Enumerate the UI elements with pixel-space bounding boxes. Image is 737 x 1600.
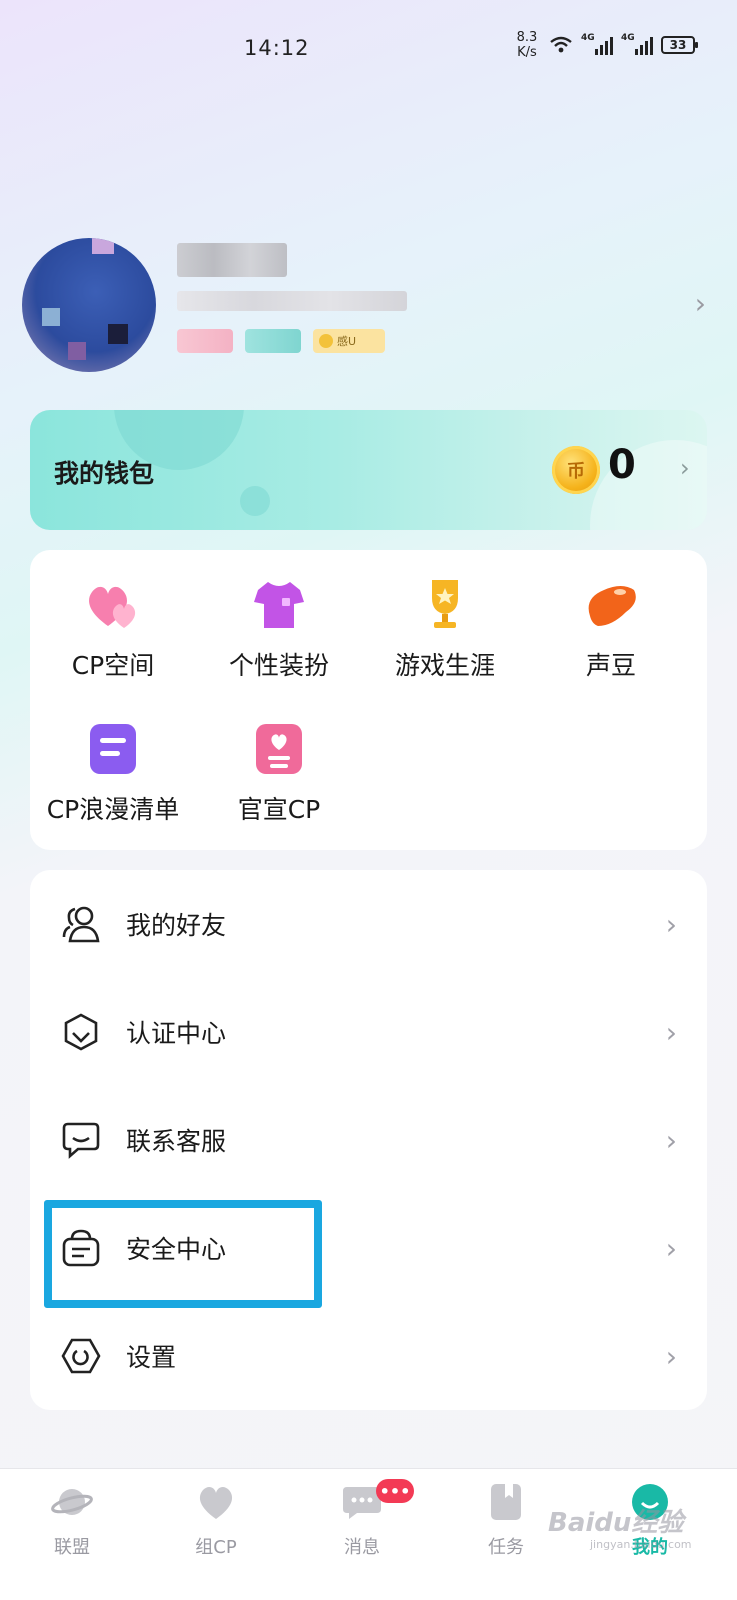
menu-item-settings[interactable]: 设置 ›: [30, 1302, 707, 1410]
wallet-balance: 0: [608, 442, 636, 488]
highlight-box: [44, 1200, 322, 1308]
feature-sound-bean[interactable]: 声豆: [528, 576, 694, 682]
feature-label: 官宣CP: [237, 795, 321, 824]
watermark-logo: Baidu经验: [548, 1508, 684, 1538]
menu-label: 联系客服: [126, 1127, 227, 1156]
tab-group-cp[interactable]: 组CP: [166, 1481, 266, 1559]
feature-romance-list[interactable]: CP浪漫清单: [30, 720, 196, 826]
feature-label: CP浪漫清单: [46, 795, 180, 824]
status-bar: 14:12 8.3 K/s 4G 4G 33: [0, 0, 737, 100]
chevron-right-icon: ›: [665, 1339, 677, 1373]
task-icon: [491, 1484, 521, 1520]
feature-cp-space[interactable]: CP空间: [30, 576, 196, 682]
wallet-card[interactable]: 我的钱包 币 0 ›: [30, 410, 707, 530]
feature-dress-up[interactable]: 个性装扮: [196, 576, 362, 682]
profile-chevron-right-icon[interactable]: ›: [695, 287, 706, 320]
feature-label: 声豆: [585, 651, 636, 680]
settings-menu: 我的好友 › 认证中心 › 联系客服 › 安全中心 › 设置 ›: [30, 870, 707, 1410]
status-icons: 8.3 K/s 4G 4G 33: [513, 30, 698, 60]
bean-icon: [588, 586, 636, 626]
speed-value: 8.3: [516, 30, 538, 45]
tag-gold-text: 感U: [337, 335, 357, 348]
chevron-right-icon: ›: [665, 907, 677, 941]
coin-icon: 币: [552, 446, 600, 494]
menu-label: 设置: [126, 1343, 177, 1372]
tab-tasks[interactable]: 任务: [456, 1481, 556, 1559]
heart-card-icon: [256, 724, 302, 774]
menu-item-verification[interactable]: 认证中心 ›: [30, 978, 707, 1086]
chat-icon: [62, 1122, 100, 1159]
chevron-right-icon: ›: [665, 1231, 677, 1265]
hearts-icon: [89, 586, 136, 628]
wallet-chevron-right-icon: ›: [680, 454, 690, 482]
avatar[interactable]: [22, 238, 156, 372]
net-type-1: 4G: [581, 33, 595, 43]
tshirt-icon: [254, 582, 304, 628]
status-time: 14:12: [244, 36, 310, 60]
feature-label: 个性装扮: [228, 651, 329, 680]
message-badge: •••: [376, 1479, 414, 1503]
list-icon: [90, 724, 136, 774]
tab-label: 任务: [488, 1537, 524, 1558]
shield-icon: [64, 1013, 98, 1051]
menu-item-friends[interactable]: 我的好友 ›: [30, 870, 707, 978]
feature-grid: CP空间 个性装扮 游戏生涯 声豆 CP浪漫清单 官宣CP: [30, 550, 707, 850]
menu-label: 我的好友: [126, 911, 227, 940]
feature-label: CP空间: [71, 651, 155, 680]
speed-unit: K/s: [517, 45, 537, 60]
user-id-blurred: [177, 291, 407, 311]
tab-alliance[interactable]: 联盟: [22, 1481, 122, 1559]
feature-label: 游戏生涯: [394, 651, 495, 680]
friends-icon: [62, 906, 100, 943]
heart-icon: [199, 1486, 233, 1519]
wifi-icon: [550, 36, 572, 53]
chevron-right-icon: ›: [665, 1123, 677, 1157]
gold-badge-icon: [319, 334, 333, 348]
signal-icon-1: 4G: [581, 33, 613, 55]
watermark-url: jingyan.baidu.com: [590, 1538, 692, 1551]
menu-label: 认证中心: [126, 1019, 227, 1048]
tag-gold: 感U: [313, 329, 385, 353]
tab-label: 联盟: [54, 1537, 90, 1558]
username-blurred: [177, 243, 287, 277]
trophy-icon: [432, 580, 458, 628]
feature-official-cp[interactable]: 官宣CP: [196, 720, 362, 826]
menu-item-customer-service[interactable]: 联系客服 ›: [30, 1086, 707, 1194]
profile-tags: 感U: [177, 329, 385, 353]
planet-icon: [51, 1489, 93, 1515]
battery-icon: 33: [661, 36, 698, 54]
feature-game-career[interactable]: 游戏生涯: [362, 576, 528, 682]
wallet-title: 我的钱包: [54, 459, 155, 488]
tag-pink: [177, 329, 233, 353]
tag-teal: [245, 329, 301, 353]
chevron-right-icon: ›: [665, 1015, 677, 1049]
signal-icon-2: 4G: [621, 33, 653, 55]
profile-header[interactable]: 感U ›: [20, 235, 720, 375]
network-speed: 8.3 K/s: [513, 30, 541, 60]
net-type-2: 4G: [621, 33, 635, 43]
tab-label: 组CP: [195, 1537, 237, 1558]
hexagon-settings-icon: [61, 1338, 101, 1374]
tab-label: 消息: [344, 1537, 380, 1558]
